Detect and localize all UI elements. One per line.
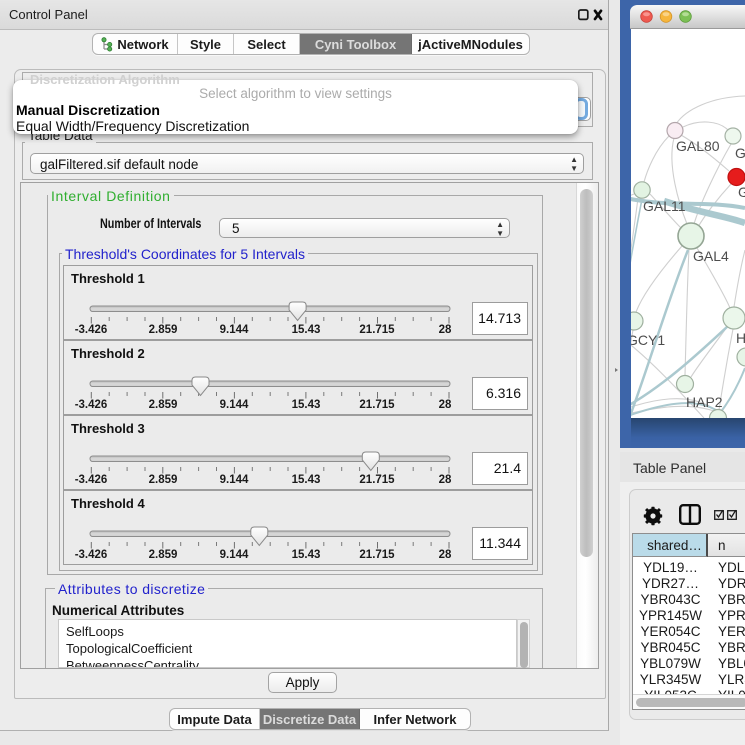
svg-text:G: G (738, 184, 745, 200)
svg-text:GA: GA (735, 145, 745, 161)
svg-text:GCY1: GCY1 (631, 332, 665, 348)
svg-text:HAP2: HAP2 (686, 394, 723, 410)
svg-text:GAL11: GAL11 (643, 198, 686, 214)
svg-text:GAL4: GAL4 (693, 248, 729, 264)
svg-text:GAL80: GAL80 (676, 138, 720, 154)
svg-text:H: H (736, 330, 745, 346)
